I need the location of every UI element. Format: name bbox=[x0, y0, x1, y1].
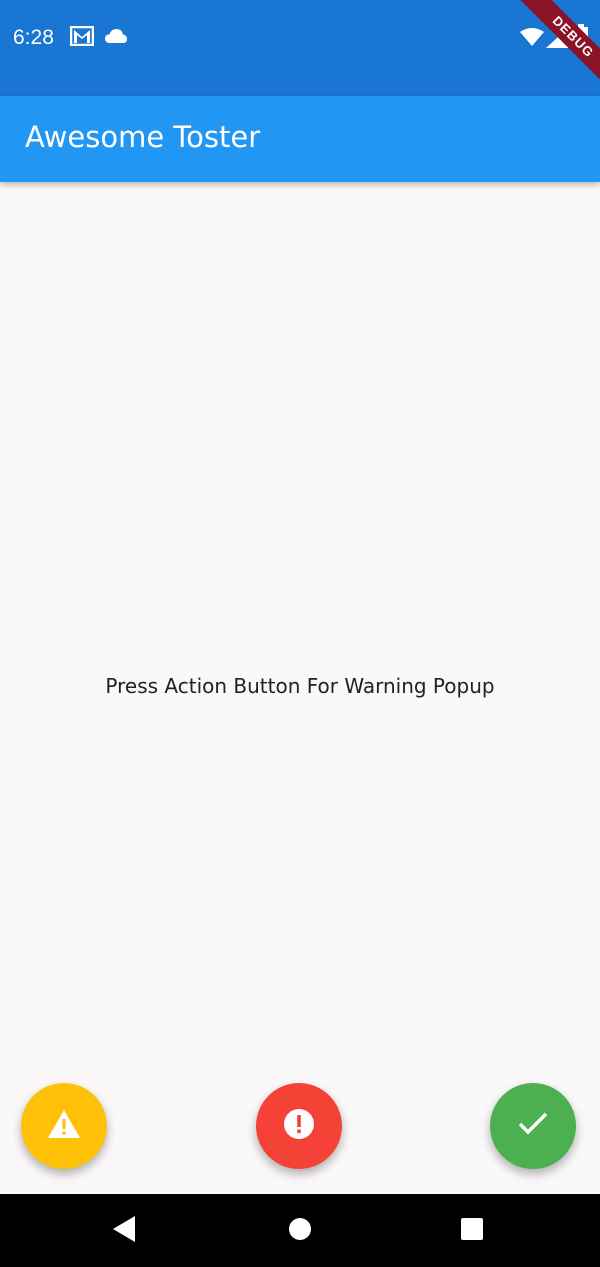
gmail-icon bbox=[69, 25, 95, 51]
warning-icon bbox=[47, 1109, 81, 1144]
home-button[interactable] bbox=[280, 1211, 320, 1251]
app-bar: Awesome Toster bbox=[0, 96, 600, 182]
recents-button[interactable] bbox=[452, 1211, 492, 1251]
success-button[interactable] bbox=[490, 1083, 576, 1169]
error-icon bbox=[283, 1108, 315, 1145]
wifi-icon bbox=[520, 28, 544, 51]
back-button[interactable] bbox=[105, 1211, 145, 1251]
cloud-icon bbox=[104, 28, 128, 49]
warning-button[interactable] bbox=[21, 1083, 107, 1169]
message-text: Press Action Button For Warning Popup bbox=[105, 674, 495, 698]
home-icon bbox=[288, 1217, 312, 1246]
status-time: 6:28 bbox=[13, 26, 54, 49]
navigation-bar bbox=[0, 1194, 600, 1267]
check-icon bbox=[518, 1112, 548, 1141]
status-bar: 6:28 DEBUG bbox=[0, 0, 600, 96]
app-title: Awesome Toster bbox=[25, 120, 261, 154]
recents-icon bbox=[460, 1217, 484, 1246]
back-icon bbox=[113, 1215, 137, 1247]
error-button[interactable] bbox=[256, 1083, 342, 1169]
